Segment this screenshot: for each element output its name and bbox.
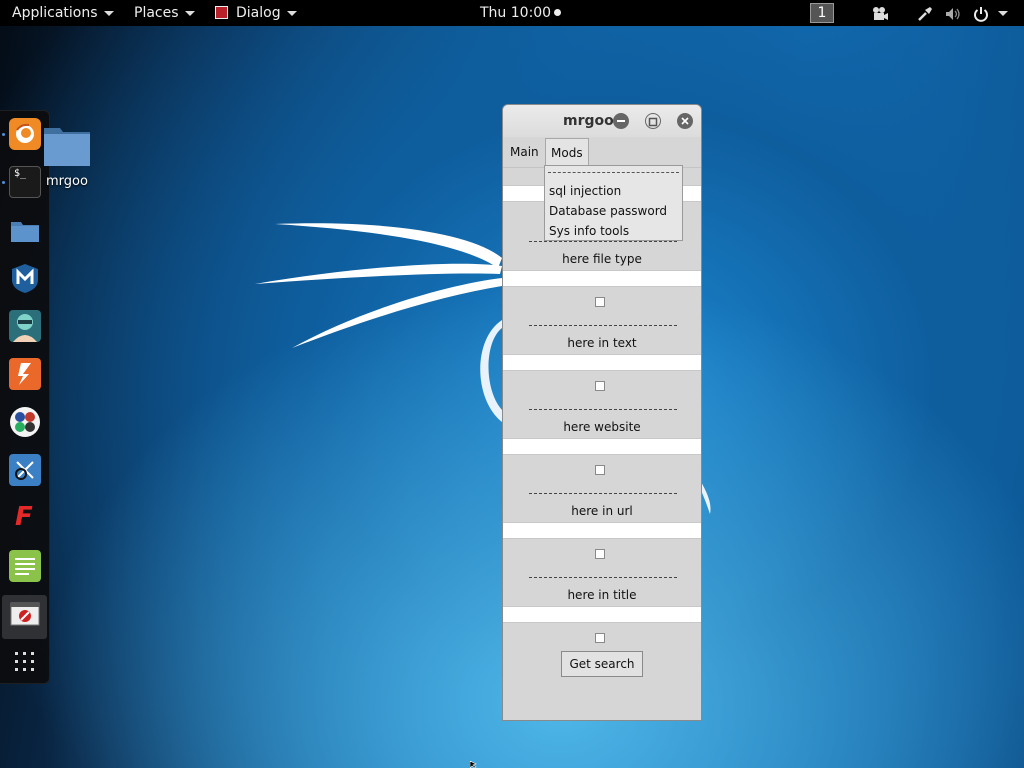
places-menu[interactable]: Places xyxy=(134,0,195,26)
website-input[interactable] xyxy=(503,438,701,455)
clock-label: Thu 10:00 xyxy=(480,5,552,21)
menu-main[interactable]: Main xyxy=(505,138,544,166)
maximize-icon xyxy=(648,117,658,127)
field-label-in-url: here in url xyxy=(571,504,633,518)
network-wired-icon[interactable] xyxy=(917,5,933,21)
menu-item-sys-info-tools[interactable]: Sys info tools xyxy=(549,221,629,241)
in-title-checkbox[interactable] xyxy=(595,633,605,643)
metasploit-icon[interactable] xyxy=(9,262,41,294)
clock[interactable]: Thu 10:00 xyxy=(480,0,562,26)
separator xyxy=(529,493,677,494)
dialog-app-icon xyxy=(215,6,228,19)
in-url-input[interactable] xyxy=(503,522,701,539)
chevron-down-icon xyxy=(998,10,1008,16)
in-text-checkbox[interactable] xyxy=(595,381,605,391)
dialog-app-icon[interactable] xyxy=(9,598,41,630)
file-type-checkbox[interactable] xyxy=(595,297,605,307)
in-text-input[interactable] xyxy=(503,354,701,371)
system-menu[interactable] xyxy=(992,0,1008,26)
tearoff-line[interactable] xyxy=(548,172,679,173)
running-indicator xyxy=(2,181,5,184)
separator xyxy=(529,325,677,326)
desktop-folder[interactable]: mrgoo xyxy=(40,124,94,194)
website-checkbox[interactable] xyxy=(595,465,605,475)
applications-menu[interactable]: Applications xyxy=(12,0,114,26)
dock: $_ F xyxy=(0,110,50,684)
mouse-cursor-icon xyxy=(470,761,477,768)
field-label-in-title: here in title xyxy=(567,588,637,602)
file-type-input[interactable] xyxy=(503,270,701,287)
applications-label: Applications xyxy=(12,5,98,21)
get-search-button[interactable]: Get search xyxy=(561,651,643,677)
faraday-glyph: F xyxy=(15,502,33,532)
chevron-down-icon xyxy=(184,10,195,16)
close-icon xyxy=(681,117,689,125)
menu-item-sql-injection[interactable]: sql injection xyxy=(549,181,621,201)
folder-icon[interactable] xyxy=(9,214,41,246)
chevron-down-icon xyxy=(103,10,114,16)
desktop: Applications Places Dialog Thu 10:00 1 $… xyxy=(0,0,1024,768)
firefox-icon[interactable] xyxy=(9,118,41,150)
maximize-button[interactable] xyxy=(645,113,661,129)
separator xyxy=(529,241,677,242)
chevron-down-icon xyxy=(286,10,297,16)
app-menu-label: Dialog xyxy=(236,5,281,21)
running-indicator xyxy=(2,133,5,136)
places-label: Places xyxy=(134,5,179,21)
faraday-icon[interactable]: F xyxy=(9,502,41,534)
power-icon[interactable] xyxy=(973,5,989,22)
in-url-checkbox[interactable] xyxy=(595,549,605,559)
armitage-icon[interactable] xyxy=(9,310,41,342)
separator xyxy=(529,409,677,410)
workspace-indicator[interactable]: 1 xyxy=(810,0,834,26)
burpsuite-icon[interactable] xyxy=(9,358,41,390)
notification-dot-icon xyxy=(554,9,562,16)
app-grid-icon[interactable] xyxy=(9,646,41,678)
close-button[interactable] xyxy=(677,113,693,129)
volume-icon[interactable] xyxy=(945,5,961,21)
minimize-button[interactable] xyxy=(613,113,629,129)
field-label-in-text: here in text xyxy=(567,336,637,350)
minimize-icon xyxy=(617,120,625,122)
menu-bar: Main Mods xyxy=(503,137,701,168)
video-camera-icon[interactable] xyxy=(871,5,889,21)
text-editor-icon[interactable] xyxy=(9,550,41,582)
desktop-folder-label: mrgoo xyxy=(46,174,88,189)
field-label-file-type: here file type xyxy=(562,252,642,266)
menu-item-database-password[interactable]: Database password xyxy=(549,201,667,221)
field-label-website: here website xyxy=(563,420,641,434)
app-menu[interactable]: Dialog xyxy=(215,0,297,26)
terminal-icon[interactable]: $_ xyxy=(9,166,41,198)
window-title: mrgoo xyxy=(563,113,614,129)
workspace-badge: 1 xyxy=(810,3,834,23)
mods-dropdown-menu: sql injection Database password Sys info… xyxy=(544,165,683,241)
terminal-glyph: $_ xyxy=(14,168,27,179)
beef-icon[interactable] xyxy=(9,454,41,486)
window-titlebar[interactable]: mrgoo xyxy=(503,105,701,138)
top-bar: Applications Places Dialog Thu 10:00 1 xyxy=(0,0,1024,26)
menu-mods[interactable]: Mods xyxy=(545,138,589,166)
maltego-icon[interactable] xyxy=(9,406,41,438)
in-title-input[interactable] xyxy=(503,606,701,623)
folder-icon xyxy=(44,128,90,166)
separator xyxy=(529,577,677,578)
